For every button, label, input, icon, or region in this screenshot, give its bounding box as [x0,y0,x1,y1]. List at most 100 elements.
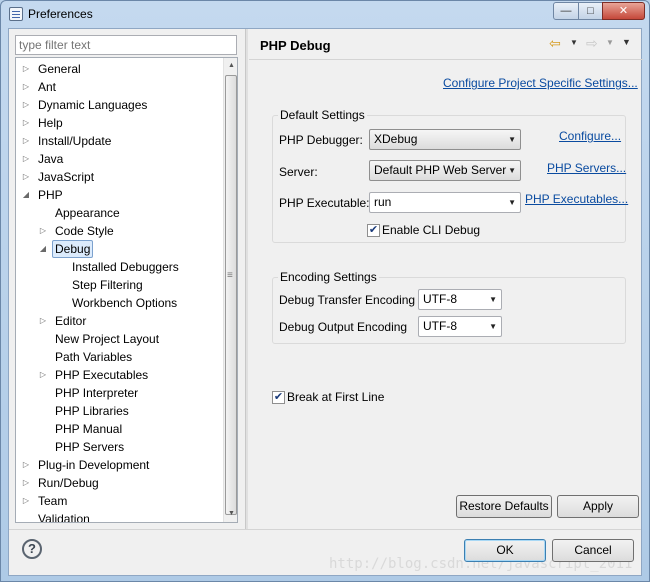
php-executable-label: PHP Executable: [279,196,370,210]
php-debugger-select[interactable]: XDebug ▼ [369,129,521,150]
debug-output-encoding-select[interactable]: UTF-8 ▼ [418,316,502,337]
tree-item-javascript[interactable]: ▷ JavaScript [16,168,221,186]
tree-item-editor[interactable]: ▷ Editor [16,312,221,330]
restore-defaults-button[interactable]: Restore Defaults [456,495,552,518]
debug-output-encoding-label: Debug Output Encoding [279,320,408,334]
tree-item-label: Dynamic Languages [38,98,148,112]
tree-item-label: JavaScript [38,170,95,184]
tree-item-label: PHP Servers [55,440,125,454]
collapsed-triangle-icon[interactable]: ▷ [21,78,31,96]
title-bar[interactable]: Preferences — □ ✕ [1,1,649,27]
tree-item-workbench-options[interactable]: Workbench Options [16,294,221,312]
php-executables-link[interactable]: PHP Executables... [525,192,628,206]
collapsed-triangle-icon[interactable]: ▷ [21,114,31,132]
configure-project-settings-link[interactable]: Configure Project Specific Settings... [443,76,638,90]
tree-item-label: Installed Debuggers [72,260,179,274]
php-servers-link[interactable]: PHP Servers... [547,161,626,175]
chevron-down-icon: ▼ [508,135,516,144]
scrollbar-thumb[interactable] [225,75,237,515]
server-value: Default PHP Web Server [374,163,507,177]
collapsed-triangle-icon[interactable]: ▷ [38,366,48,384]
collapsed-triangle-icon[interactable]: ▷ [21,492,31,510]
tree-item-ant[interactable]: ▷ Ant [16,78,221,96]
scroll-down-icon[interactable]: ▼ [224,506,237,522]
tree-item-php-interpreter[interactable]: PHP Interpreter [16,384,221,402]
debug-transfer-encoding-value: UTF-8 [423,292,457,306]
debug-transfer-encoding-select[interactable]: UTF-8 ▼ [418,289,502,310]
php-executable-value: run [374,195,392,209]
tree-item-run-debug[interactable]: ▷ Run/Debug [16,474,221,492]
collapsed-triangle-icon[interactable]: ▷ [21,96,31,114]
collapsed-triangle-icon[interactable]: ▷ [21,474,31,492]
cancel-button[interactable]: Cancel [552,539,634,562]
tree-item-installed-debuggers[interactable]: Installed Debuggers [16,258,221,276]
back-dropdown-icon[interactable]: ▼ [570,38,578,47]
tree-item-java[interactable]: ▷ Java [16,150,221,168]
tree-item-code-style[interactable]: ▷ Code Style [16,222,221,240]
tree-item-label: PHP Interpreter [55,386,139,400]
tree-item-label: PHP Libraries [55,404,129,418]
maximize-button[interactable]: □ [578,2,603,20]
configure-debugger-link[interactable]: Configure... [559,129,621,143]
tree-item-label: Workbench Options [72,296,178,310]
ok-button[interactable]: OK [464,539,546,562]
pane-splitter[interactable] [245,29,248,529]
tree-item-plug-in-development[interactable]: ▷ Plug-in Development [16,456,221,474]
tree-item-path-variables[interactable]: Path Variables [16,348,221,366]
collapsed-triangle-icon[interactable]: ▷ [21,456,31,474]
tree-item-step-filtering[interactable]: Step Filtering [16,276,221,294]
collapsed-triangle-icon[interactable]: ▷ [21,132,31,150]
tree-scrollbar[interactable]: ▲ ▼ [223,58,237,522]
footer-separator [9,529,641,530]
server-label: Server: [279,165,318,179]
break-at-first-line-checkbox[interactable]: ✔ [272,391,285,404]
php-executable-select[interactable]: run ▼ [369,192,521,213]
debug-transfer-encoding-label: Debug Transfer Encoding [279,293,416,307]
tree-item-debug[interactable]: ◢ Debug [16,240,221,258]
tree-item-new-project-layout[interactable]: New Project Layout [16,330,221,348]
server-select[interactable]: Default PHP Web Server ▼ [369,160,521,181]
tree-item-php-executables[interactable]: ▷ PHP Executables [16,366,221,384]
tree-item-label: General [38,62,81,76]
tree-item-php[interactable]: ◢ PHP [16,186,221,204]
chevron-down-icon: ▼ [489,295,497,304]
tree-item-help[interactable]: ▷ Help [16,114,221,132]
page-title: PHP Debug [260,38,331,53]
close-button[interactable]: ✕ [602,2,645,20]
minimize-button[interactable]: — [553,2,579,20]
view-menu-icon[interactable]: ▼ [622,37,631,47]
tree-item-label: PHP Manual [55,422,123,436]
tree-item-team[interactable]: ▷ Team [16,492,221,510]
tree-item-install-update[interactable]: ▷ Install/Update [16,132,221,150]
tree-item-label: Validation [38,512,90,523]
filter-input[interactable] [15,35,237,55]
enable-cli-debug-checkbox[interactable]: ✔ [367,224,380,237]
debug-output-encoding-value: UTF-8 [423,319,457,333]
apply-button[interactable]: Apply [557,495,639,518]
collapsed-triangle-icon[interactable]: ▷ [21,60,31,78]
scroll-up-icon[interactable]: ▲ [224,58,237,74]
chevron-down-icon: ▼ [508,166,516,175]
help-icon[interactable]: ? [22,539,42,559]
enable-cli-debug-label: Enable CLI Debug [382,223,481,237]
collapsed-triangle-icon[interactable]: ▷ [21,168,31,186]
forward-arrow-icon[interactable]: ⇨ [586,35,598,52]
tree-item-validation[interactable]: Validation [16,510,221,523]
dialog-client-area: Validation ▷ Team ▷ Run/Debug ▷ Plug-in Develo… [8,28,643,576]
forward-dropdown-icon[interactable]: ▼ [606,38,614,47]
preferences-window: Preferences — □ ✕ Validation ▷ Team ▷ Run/De… [0,0,650,582]
collapsed-triangle-icon[interactable]: ▷ [38,222,48,240]
tree-item-php-manual[interactable]: PHP Manual [16,420,221,438]
expanded-triangle-icon[interactable]: ◢ [38,240,48,258]
collapsed-triangle-icon[interactable]: ▷ [21,150,31,168]
back-arrow-icon[interactable]: ⇦ [549,35,561,52]
tree-item-general[interactable]: ▷ General [16,60,221,78]
tree-item-label: Install/Update [38,134,112,148]
tree-item-php-libraries[interactable]: PHP Libraries [16,402,221,420]
tree-item-label: Debug [52,240,94,258]
tree-item-php-servers[interactable]: PHP Servers [16,438,221,456]
tree-item-dynamic-languages[interactable]: ▷ Dynamic Languages [16,96,221,114]
expanded-triangle-icon[interactable]: ◢ [21,186,31,204]
collapsed-triangle-icon[interactable]: ▷ [38,312,48,330]
tree-item-appearance[interactable]: Appearance [16,204,221,222]
